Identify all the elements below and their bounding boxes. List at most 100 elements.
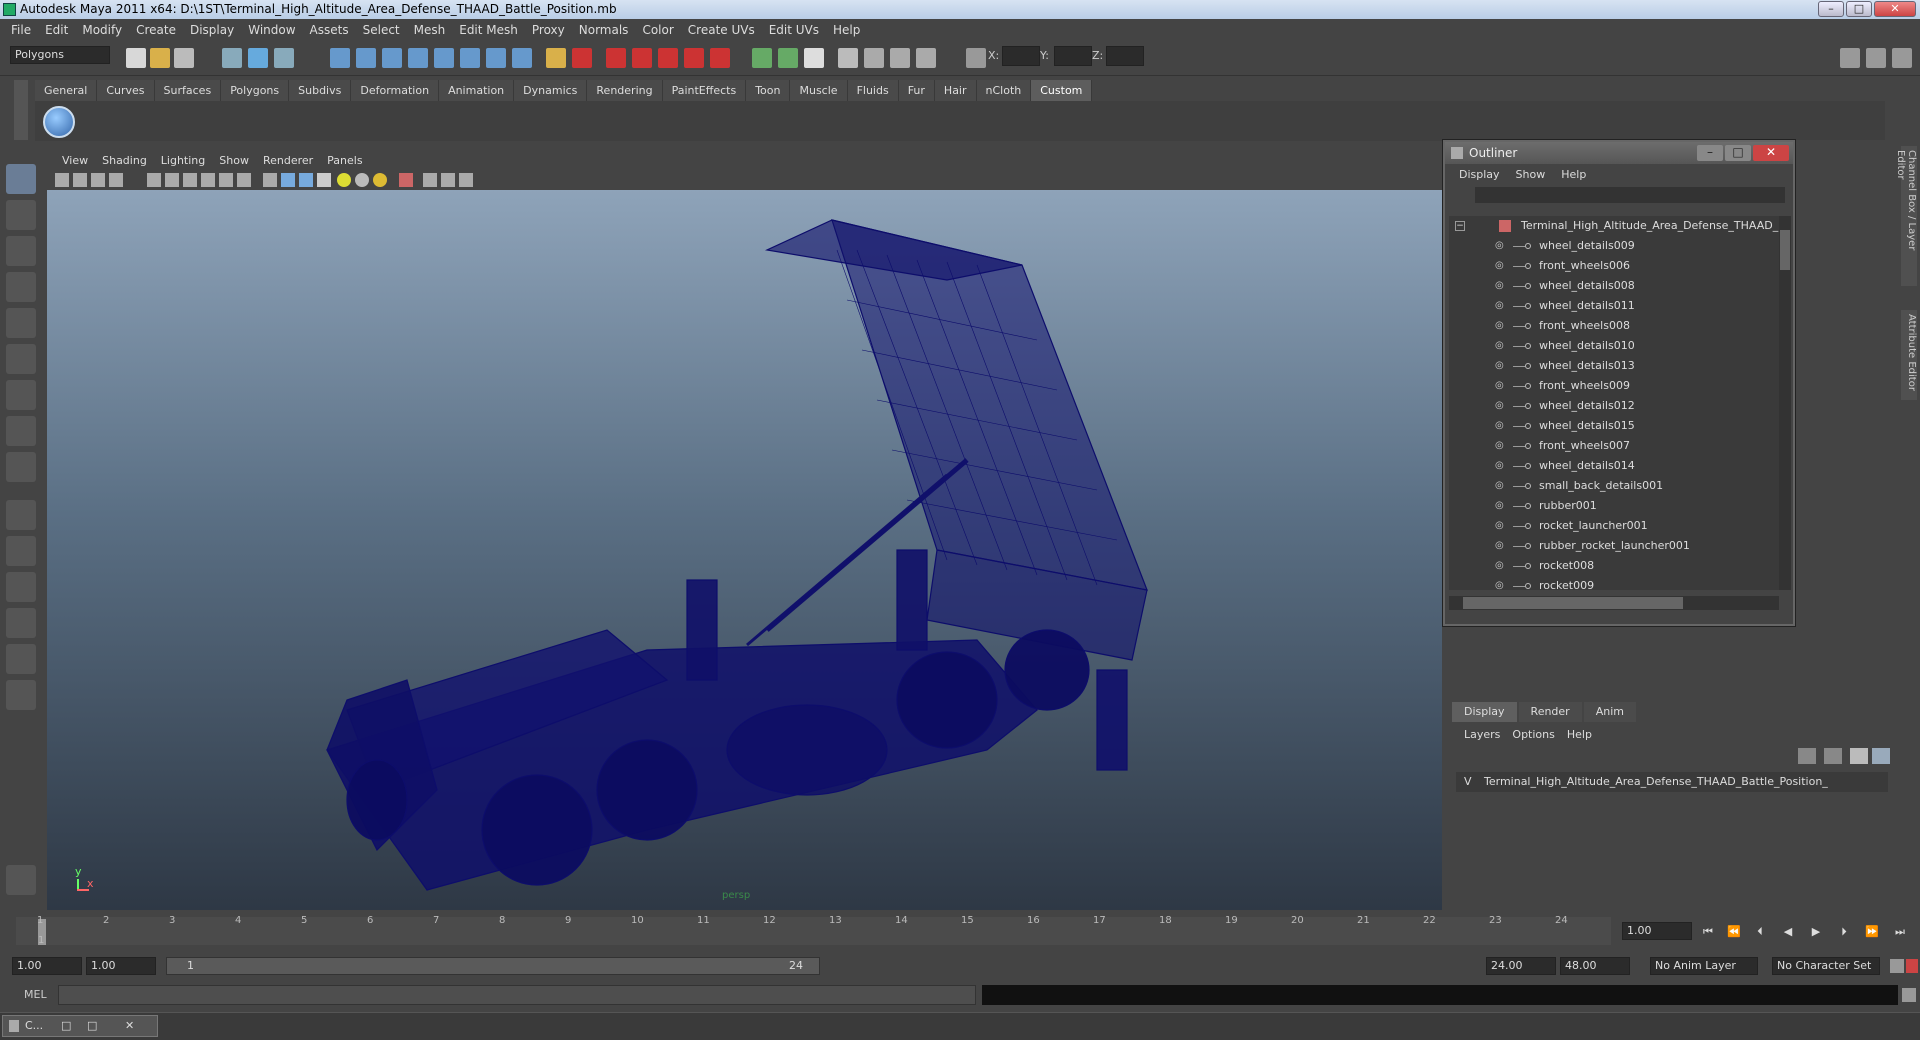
safe-action-icon[interactable] bbox=[201, 173, 215, 187]
outliner-item[interactable]: ◎ wheel_details015 bbox=[1449, 416, 1779, 436]
persp-graph-icon[interactable] bbox=[6, 608, 36, 638]
outliner-item[interactable]: ◎ front_wheels006 bbox=[1449, 256, 1779, 276]
outliner-maximize-button[interactable]: □ bbox=[1725, 145, 1751, 161]
outliner-layout-icon[interactable] bbox=[864, 48, 884, 68]
layer-menu-layers[interactable]: Layers bbox=[1458, 728, 1506, 741]
command-input[interactable] bbox=[58, 985, 976, 1005]
minimized-restore-icon[interactable]: □ bbox=[61, 1019, 71, 1032]
outliner-item[interactable]: ◎ front_wheels009 bbox=[1449, 376, 1779, 396]
outliner-item[interactable]: ◎ wheel_details008 bbox=[1449, 276, 1779, 296]
snap-point-icon[interactable] bbox=[382, 48, 402, 68]
four-view-icon[interactable] bbox=[6, 536, 36, 566]
select-component-icon[interactable] bbox=[274, 48, 294, 68]
menu-edit-uvs[interactable]: Edit UVs bbox=[762, 23, 826, 37]
step-forward-frame-icon[interactable]: ⏩ bbox=[1864, 924, 1880, 940]
persp-outliner-icon[interactable] bbox=[6, 572, 36, 602]
snap-view-plane-icon[interactable] bbox=[408, 48, 428, 68]
panel-layout-icon[interactable] bbox=[838, 48, 858, 68]
menu-normals[interactable]: Normals bbox=[572, 23, 636, 37]
input-ops-icon[interactable] bbox=[572, 48, 592, 68]
x-field[interactable] bbox=[1002, 46, 1040, 66]
render-frame-icon[interactable] bbox=[606, 48, 626, 68]
show-manipulator-icon[interactable] bbox=[6, 452, 36, 482]
animation-start-field[interactable]: 1.00 bbox=[12, 957, 82, 975]
viewport-menu-lighting[interactable]: Lighting bbox=[154, 154, 212, 167]
use-all-lights-icon[interactable] bbox=[337, 173, 351, 187]
show-hide-attribute-editor-icon[interactable] bbox=[752, 48, 772, 68]
minimized-window-tab[interactable]: C... □ □ ✕ bbox=[2, 1015, 158, 1037]
persp-hypershade-icon[interactable] bbox=[6, 644, 36, 674]
shelf-tab-subdivs[interactable]: Subdivs bbox=[289, 80, 352, 101]
outliner-item[interactable]: ◎ wheel_details010 bbox=[1449, 336, 1779, 356]
animation-end-field[interactable]: 48.00 bbox=[1560, 957, 1630, 975]
shelf-tab-ncloth[interactable]: nCloth bbox=[976, 80, 1032, 101]
command-language-label[interactable]: MEL bbox=[24, 988, 47, 1001]
shelf-tab-fluids[interactable]: Fluids bbox=[847, 80, 899, 101]
move-tool-icon[interactable] bbox=[6, 272, 36, 302]
universal-manipulator-icon[interactable] bbox=[6, 380, 36, 410]
field-chart-icon[interactable] bbox=[237, 173, 251, 187]
outliner-close-button[interactable]: ✕ bbox=[1753, 145, 1789, 161]
outliner-filter-field[interactable] bbox=[1475, 187, 1785, 203]
open-scene-icon[interactable] bbox=[150, 48, 170, 68]
outliner-item[interactable]: ◎ rocket_launcher001 bbox=[1449, 516, 1779, 536]
collapse-toggle-icon[interactable]: − bbox=[1455, 221, 1465, 231]
high-quality-lighting-icon[interactable] bbox=[373, 173, 387, 187]
make-live-icon[interactable] bbox=[434, 48, 454, 68]
script-editor-icon[interactable] bbox=[1902, 988, 1916, 1002]
outliner-item[interactable]: ◎ wheel_details012 bbox=[1449, 396, 1779, 416]
outliner-item[interactable]: ◎ wheel_details011 bbox=[1449, 296, 1779, 316]
outliner-vscroll-thumb[interactable] bbox=[1780, 230, 1790, 270]
outliner-item[interactable]: ◎ rocket008 bbox=[1449, 556, 1779, 576]
shelf-tab-toon[interactable]: Toon bbox=[746, 80, 791, 101]
shelf-tab-animation[interactable]: Animation bbox=[439, 80, 515, 101]
select-hierarchy-icon[interactable] bbox=[222, 48, 242, 68]
select-object-icon[interactable] bbox=[248, 48, 268, 68]
perspective-viewport[interactable]: persp y x bbox=[47, 190, 1442, 910]
menu-display[interactable]: Display bbox=[183, 23, 241, 37]
playback-start-field[interactable]: 1.00 bbox=[86, 957, 156, 975]
menu-select[interactable]: Select bbox=[356, 23, 407, 37]
menu-help[interactable]: Help bbox=[826, 23, 867, 37]
wireframe-icon[interactable] bbox=[263, 173, 277, 187]
custom-layout-icon[interactable] bbox=[6, 680, 36, 710]
play-forwards-icon[interactable]: ▶ bbox=[1808, 924, 1824, 940]
menu-create[interactable]: Create bbox=[129, 23, 183, 37]
transform-mode-icon[interactable] bbox=[966, 48, 986, 68]
textured-icon[interactable] bbox=[317, 173, 331, 187]
anim-layer-dropdown[interactable]: No Anim Layer bbox=[1650, 957, 1758, 975]
graph-layout-icon[interactable] bbox=[890, 48, 910, 68]
range-slider[interactable]: 1 24 bbox=[166, 957, 820, 975]
hand-tool-icon[interactable] bbox=[6, 865, 36, 895]
outliner-item[interactable]: ◎ wheel_details009 bbox=[1449, 236, 1779, 256]
menu-assets[interactable]: Assets bbox=[303, 23, 356, 37]
maximize-button[interactable]: □ bbox=[1846, 1, 1872, 17]
shelf-tab-rendering[interactable]: Rendering bbox=[587, 80, 663, 101]
grid-toggle-icon[interactable] bbox=[147, 173, 161, 187]
outliner-item[interactable]: ◎ rubber001 bbox=[1449, 496, 1779, 516]
layout-toggle-3-icon[interactable] bbox=[1892, 48, 1912, 68]
shelf-tab-curves[interactable]: Curves bbox=[97, 80, 155, 101]
save-scene-icon[interactable] bbox=[174, 48, 194, 68]
play-backwards-icon[interactable]: ◀ bbox=[1780, 924, 1796, 940]
menu-create-uvs[interactable]: Create UVs bbox=[681, 23, 762, 37]
channel-box-tab[interactable]: Channel Box / Layer Editor bbox=[1895, 146, 1917, 286]
construction-history-icon[interactable] bbox=[486, 48, 506, 68]
menu-set-dropdown[interactable]: Polygons bbox=[10, 46, 110, 64]
scale-tool-icon[interactable] bbox=[6, 344, 36, 374]
close-button[interactable]: ✕ bbox=[1874, 1, 1916, 17]
menu-edit[interactable]: Edit bbox=[38, 23, 75, 37]
menu-edit-mesh[interactable]: Edit Mesh bbox=[452, 23, 525, 37]
render-view-icon[interactable] bbox=[710, 48, 730, 68]
menu-color[interactable]: Color bbox=[635, 23, 680, 37]
outliner-item[interactable]: ◎ front_wheels008 bbox=[1449, 316, 1779, 336]
time-slider-track[interactable] bbox=[16, 917, 1611, 945]
outliner-horizontal-scrollbar[interactable] bbox=[1449, 596, 1779, 610]
xray-components-icon[interactable] bbox=[459, 173, 473, 187]
film-gate-icon[interactable] bbox=[165, 173, 179, 187]
smooth-shade-icon[interactable] bbox=[281, 173, 295, 187]
outliner-menu-display[interactable]: Display bbox=[1451, 168, 1508, 181]
lasso-tool-icon[interactable] bbox=[6, 200, 36, 230]
single-perspective-view-icon[interactable] bbox=[6, 500, 36, 530]
preferences-icon[interactable] bbox=[1906, 959, 1918, 973]
